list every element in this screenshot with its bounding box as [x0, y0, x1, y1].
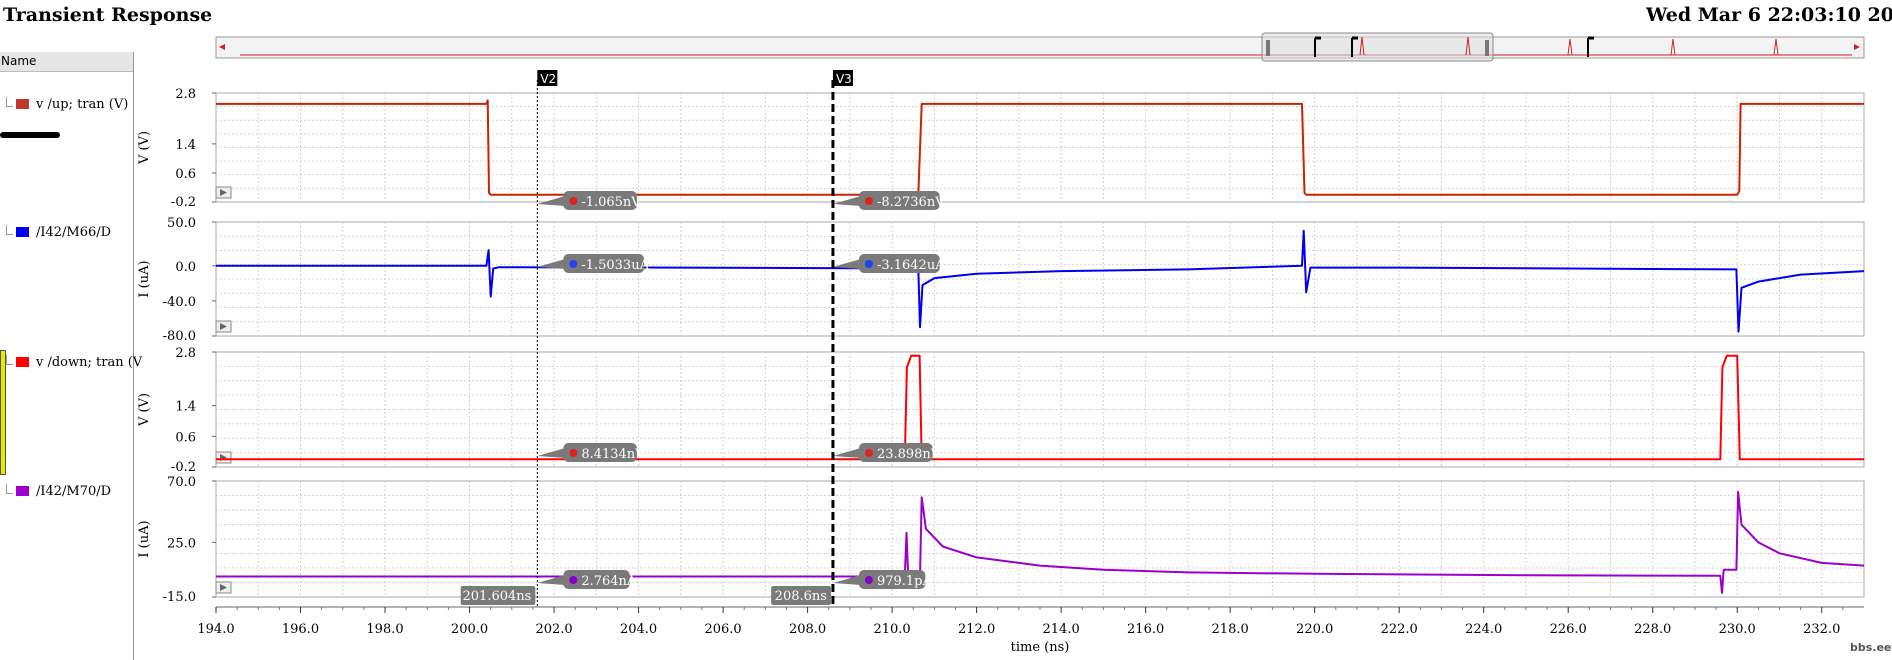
- watermark: bbs.eetop.cn: [1850, 641, 1892, 654]
- marker-time-label: 201.604ns: [463, 589, 532, 604]
- x-axis-label: time (ns): [1011, 640, 1070, 655]
- y-tick-label: 25.0: [167, 536, 196, 551]
- thumb-grip-right-icon[interactable]: [1485, 40, 1489, 56]
- x-tick-label: 228.0: [1634, 622, 1671, 637]
- x-tick-label: 212.0: [958, 622, 995, 637]
- y-tick-label: 2.8: [175, 346, 196, 361]
- y-tick-label: -15.0: [163, 590, 196, 605]
- plot-strip-3[interactable]: 2.8 1.4 0.6 -0.2 V (V) 8.4134nV 23.898nV: [137, 346, 1865, 475]
- y-axis-label: V (V): [137, 393, 152, 427]
- readout-dot-icon: [864, 576, 873, 584]
- x-tick-label: 198.0: [366, 622, 403, 637]
- y-tick-label: 0.0: [175, 260, 196, 275]
- readout-value: -8.2736nV: [877, 195, 945, 210]
- y-tick-label: 50.0: [167, 216, 196, 231]
- plot-strip-4[interactable]: 70.0 25.0 -15.0 I (uA) 2.764nA 979.1pA: [137, 475, 1865, 605]
- marker-name: V3: [836, 72, 852, 86]
- y-tick-label: 70.0: [167, 475, 196, 490]
- x-tick-label: 194.0: [197, 622, 234, 637]
- marker-name: V2: [540, 72, 556, 86]
- y-tick-label: 2.8: [175, 87, 196, 102]
- scrollbar-thumb[interactable]: [1261, 32, 1494, 62]
- readout-value: 23.898nV: [877, 447, 941, 462]
- y-axis-label: I (uA): [137, 260, 152, 297]
- x-tick-label: 196.0: [282, 622, 319, 637]
- readout-value: 979.1pA: [877, 574, 933, 589]
- readout-value: 2.764nA: [581, 574, 637, 589]
- x-tick-label: 230.0: [1719, 622, 1756, 637]
- readout-value: -1.5033uA: [581, 258, 649, 273]
- x-tick-label: 224.0: [1465, 622, 1502, 637]
- x-tick-label: 226.0: [1550, 622, 1587, 637]
- x-tick-label: 232.0: [1803, 622, 1840, 637]
- x-tick-label: 208.0: [789, 622, 826, 637]
- plot-strip-2[interactable]: 50.0 0.0 -40.0 -80.0 I (uA) -1.5033uA -3.1642u…: [137, 216, 1865, 344]
- x-tick-label: 204.0: [620, 622, 657, 637]
- marker-time-label: 208.6ns: [775, 589, 827, 604]
- x-tick-label: 216.0: [1127, 622, 1164, 637]
- y-tick-label: 0.6: [175, 167, 196, 182]
- readout-dot-icon: [569, 260, 578, 268]
- readout-value: -1.065nV: [581, 195, 641, 210]
- x-tick-label: 222.0: [1381, 622, 1418, 637]
- readout-dot-icon: [569, 197, 578, 205]
- x-tick-label: 214.0: [1043, 622, 1080, 637]
- y-axis-label: I (uA): [137, 520, 152, 557]
- x-tick-label: 220.0: [1296, 622, 1333, 637]
- readout-dot-icon: [864, 260, 873, 268]
- y-tick-label: -40.0: [163, 295, 196, 310]
- readout-dot-icon: [569, 449, 578, 457]
- x-tick-label: 206.0: [704, 622, 741, 637]
- y-tick-label: -0.2: [171, 195, 196, 210]
- x-tick-label: 210.0: [873, 622, 910, 637]
- overview-scrollbar[interactable]: [215, 32, 1865, 62]
- readout-dot-icon: [864, 449, 873, 457]
- readout-dot-icon: [569, 576, 578, 584]
- y-tick-label: -0.2: [171, 460, 196, 475]
- x-tick-label: 200.0: [451, 622, 488, 637]
- readout-value: -3.1642uA: [877, 258, 945, 273]
- plot-strip-1[interactable]: 2.8 1.4 0.6 -0.2 V (V) -1.065nV -8.2736nV: [137, 87, 1865, 210]
- y-tick-label: 0.6: [175, 430, 196, 445]
- y-tick-label: 1.4: [175, 138, 196, 153]
- y-tick-label: 1.4: [175, 400, 196, 415]
- y-tick-label: -80.0: [163, 329, 196, 344]
- readout-value: 8.4134nV: [581, 447, 645, 462]
- x-tick-label: 202.0: [535, 622, 572, 637]
- thumb-grip-left-icon[interactable]: [1266, 40, 1270, 56]
- transient-plot[interactable]: 2.8 1.4 0.6 -0.2 V (V) -1.065nV -8.2736nV 50.0 0…: [0, 0, 1892, 660]
- y-axis-label: V (V): [137, 131, 152, 165]
- x-tick-label: 218.0: [1212, 622, 1249, 637]
- readout-dot-icon: [864, 197, 873, 205]
